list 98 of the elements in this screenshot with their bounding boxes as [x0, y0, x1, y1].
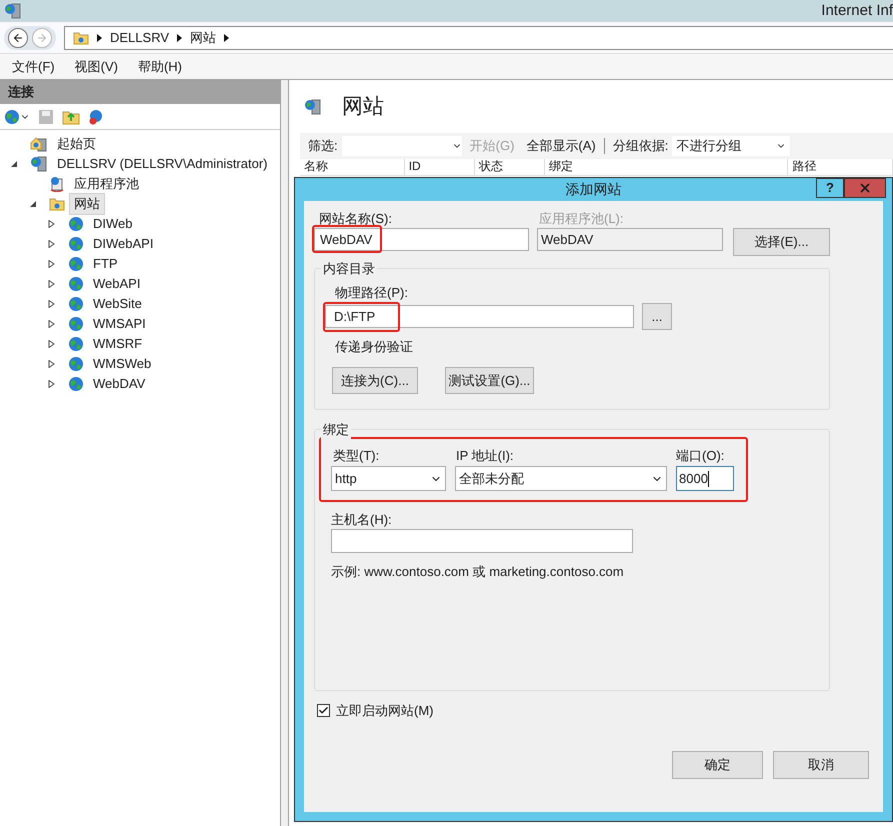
globe-icon: [68, 336, 84, 352]
back-arrow-icon: [12, 32, 24, 44]
app-icon: [4, 3, 22, 19]
globe-icon: [68, 296, 84, 312]
close-button[interactable]: [844, 178, 886, 198]
forward-arrow-icon: [36, 32, 48, 44]
collapsed-arrow-icon[interactable]: [48, 280, 56, 288]
collapsed-arrow-icon[interactable]: [48, 300, 56, 308]
connect-as-button[interactable]: 连接为(C)...: [332, 367, 418, 394]
breadcrumb[interactable]: DELLSRV: [110, 28, 170, 48]
globe-icon: [68, 276, 84, 292]
sites-server-icon: [304, 98, 322, 114]
collapsed-arrow-icon[interactable]: [48, 320, 56, 328]
group-by-label: 分组依据:: [612, 137, 668, 156]
test-settings-button[interactable]: 测试设置(G)...: [445, 367, 534, 394]
expanded-arrow-icon[interactable]: [29, 200, 37, 208]
port-label: 端口(O):: [676, 447, 726, 465]
disconnect-icon[interactable]: [88, 108, 104, 124]
crumb-arrow-icon[interactable]: [177, 34, 182, 42]
browse-button[interactable]: ...: [642, 303, 672, 330]
tree-item[interactable]: DIWebAPI: [88, 233, 158, 255]
globe-icon: [4, 108, 20, 124]
globe-icon: [68, 236, 84, 252]
start-page-icon: [30, 136, 48, 152]
page-title: 网站: [342, 94, 384, 120]
collapsed-arrow-icon[interactable]: [48, 220, 56, 228]
column-header[interactable]: ID: [404, 159, 475, 175]
physical-path-label: 物理路径(P):: [334, 284, 409, 302]
globe-icon: [68, 216, 84, 232]
ok-button[interactable]: 确定: [672, 750, 763, 778]
globe-icon: [68, 316, 84, 332]
host-name-field[interactable]: [331, 529, 633, 553]
back-button[interactable]: [8, 28, 28, 48]
collapsed-arrow-icon[interactable]: [48, 380, 56, 388]
column-header[interactable]: 绑定: [544, 159, 788, 175]
close-icon: [858, 181, 872, 195]
globe-icon: [68, 256, 84, 272]
window-title: Internet Inf: [821, 0, 893, 21]
collapsed-arrow-icon[interactable]: [48, 240, 56, 248]
checkbox[interactable]: [317, 704, 330, 718]
host-name-label: 主机名(H):: [331, 511, 393, 529]
tree-item[interactable]: 起始页: [52, 133, 101, 155]
site-name-field[interactable]: WebDAV: [314, 228, 529, 251]
breadcrumb[interactable]: 网站: [190, 28, 216, 48]
globe-icon: [68, 356, 84, 372]
tree-item[interactable]: WMSRF: [88, 333, 148, 355]
folder-icon: [49, 197, 65, 211]
pass-through-label: 传递身份验证: [334, 338, 414, 356]
show-all-button[interactable]: 全部显示(A): [526, 136, 596, 156]
column-header[interactable]: 名称: [300, 159, 405, 175]
folder-icon: [73, 30, 89, 44]
tree-item[interactable]: WebDAV: [88, 373, 150, 395]
collapsed-arrow-icon[interactable]: [48, 340, 56, 348]
tree-item[interactable]: DIWeb: [88, 213, 138, 235]
menu-item[interactable]: 文件(F): [12, 56, 55, 76]
column-header[interactable]: 路径: [788, 159, 893, 175]
physical-path-field[interactable]: D:\FTP: [325, 305, 634, 328]
group-by-dropdown[interactable]: 不进行分组: [672, 136, 790, 156]
panel-header: 连接: [0, 80, 280, 104]
group-title: 绑定: [321, 420, 351, 440]
checkbox-label: 立即启动网站(M): [336, 702, 434, 720]
collapsed-arrow-icon[interactable]: [48, 260, 56, 268]
filter-label: 筛选:: [308, 137, 338, 156]
tree-item[interactable]: WMSWeb: [88, 353, 156, 375]
port-field[interactable]: 8000: [676, 466, 734, 491]
app-pool-icon: [49, 176, 65, 192]
tree-item[interactable]: WebSite: [88, 293, 147, 315]
dialog-title: 添加网站: [566, 180, 622, 199]
filter-field[interactable]: [342, 136, 462, 156]
site-name-label: 网站名称(S):: [318, 210, 393, 228]
ip-address-label: IP 地址(I):: [455, 447, 515, 465]
tree-item[interactable]: 应用程序池: [69, 173, 144, 195]
example-text: 示例: www.contoso.com 或 marketing.contoso.com: [331, 563, 625, 581]
menu-item[interactable]: 视图(V): [74, 56, 118, 76]
crumb-arrow-icon[interactable]: [97, 34, 102, 42]
app-pool-label: 应用程序池(L):: [538, 210, 624, 228]
expanded-arrow-icon[interactable]: [10, 160, 18, 168]
folder-up-icon[interactable]: [62, 108, 80, 124]
address-bar[interactable]: DELLSRV 网站: [64, 26, 893, 50]
tree-item[interactable]: DELLSRV (DELLSRV\Administrator): [52, 153, 272, 175]
collapsed-arrow-icon[interactable]: [48, 360, 56, 368]
select-button[interactable]: 选择(E)...: [733, 228, 830, 256]
tree-item[interactable]: WebAPI: [88, 273, 146, 295]
tree-item[interactable]: 网站: [69, 193, 105, 215]
type-dropdown[interactable]: http: [331, 466, 446, 491]
cancel-button[interactable]: 取消: [773, 750, 869, 778]
globe-icon: [68, 376, 84, 392]
help-button[interactable]: ?: [816, 178, 844, 198]
crumb-arrow-icon[interactable]: [224, 34, 230, 42]
tree-item[interactable]: WMSAPI: [88, 313, 151, 335]
server-icon: [30, 156, 48, 172]
menu-item[interactable]: 帮助(H): [138, 56, 182, 76]
column-header[interactable]: 状态: [474, 159, 545, 175]
tree-item[interactable]: FTP: [88, 253, 123, 275]
type-label: 类型(T):: [332, 447, 380, 465]
ip-address-dropdown[interactable]: 全部未分配: [455, 466, 667, 491]
connect-icon[interactable]: [4, 108, 30, 124]
check-icon: [318, 705, 329, 716]
